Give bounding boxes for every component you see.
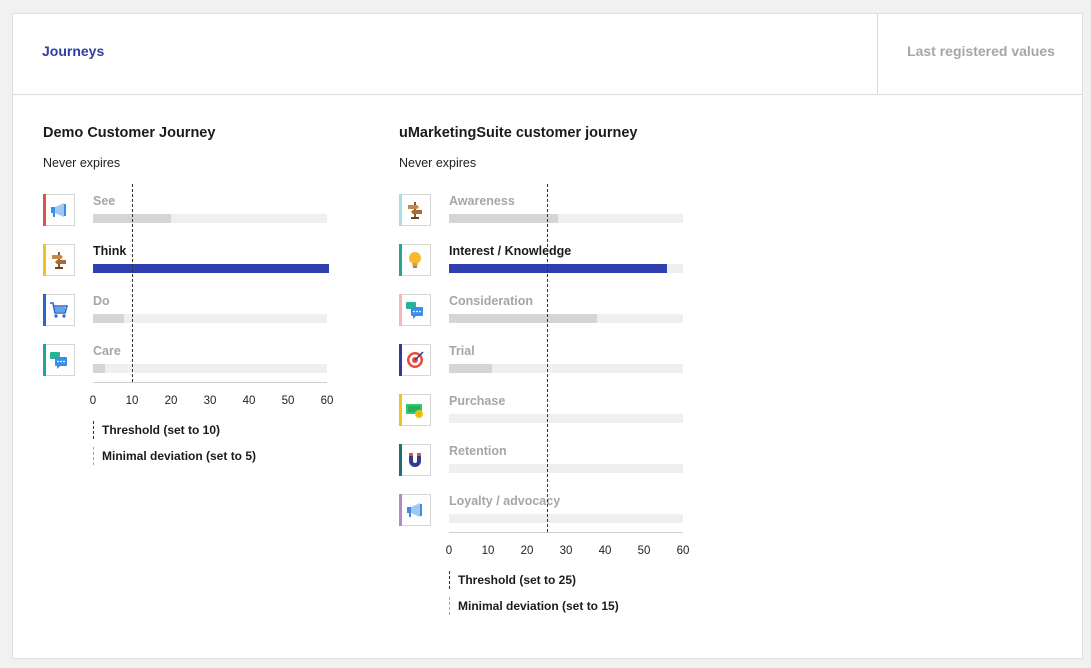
stage-label: Loyalty / advocacy — [449, 494, 561, 508]
stage-retention[interactable]: Retention — [399, 444, 699, 480]
x-tick-label: 0 — [445, 545, 453, 557]
magnet-icon — [399, 444, 431, 476]
stage-bar-track — [93, 214, 327, 223]
stage-purchase[interactable]: Purchase — [399, 394, 699, 430]
stage-label: Think — [93, 244, 127, 258]
legend-deviation-text: Minimal deviation (set to 5) — [102, 449, 257, 463]
deviation-legend-mark — [93, 447, 94, 465]
x-tick-label: 20 — [520, 545, 534, 557]
stage-bar-fill — [449, 314, 598, 323]
x-tick-label: 60 — [676, 545, 690, 557]
stage-consideration[interactable]: Consideration — [399, 294, 699, 330]
stage-label: Awareness — [449, 194, 515, 208]
x-tick-label: 10 — [125, 395, 139, 407]
stage-bar-fill — [93, 264, 329, 273]
tab-last-registered-values[interactable]: Last registered values — [878, 43, 1084, 59]
stage-loyalty-advocacy[interactable]: Loyalty / advocacy — [399, 494, 699, 530]
legend-threshold-text: Threshold (set to 25) — [458, 573, 577, 587]
x-tick-label: 60 — [320, 395, 334, 407]
x-tick-label: 50 — [281, 395, 295, 407]
stage-bar-fill — [449, 214, 559, 223]
shopping-cart-icon — [43, 294, 75, 326]
stage-do[interactable]: Do — [43, 294, 343, 330]
stage-think[interactable]: Think — [43, 244, 343, 280]
stage-bar-track — [93, 314, 327, 323]
stage-bar-track — [449, 314, 683, 323]
stage-label: Care — [93, 344, 121, 358]
signpost-icon — [43, 244, 75, 276]
legend-deviation-text: Minimal deviation (set to 15) — [458, 599, 619, 613]
x-tick-label: 0 — [89, 395, 97, 407]
stage-see[interactable]: See — [43, 194, 343, 230]
x-tick-label: 40 — [242, 395, 256, 407]
stage-bar-fill — [93, 364, 105, 373]
x-tick-label: 30 — [559, 545, 573, 557]
stage-awareness[interactable]: Awareness — [399, 194, 699, 230]
legend-threshold: Threshold (set to 10) — [93, 421, 221, 439]
stage-trial[interactable]: Trial — [399, 344, 699, 380]
panel-header: Journeys Last registered values — [13, 14, 1082, 95]
x-tick-label: 10 — [481, 545, 495, 557]
stage-label: Retention — [449, 444, 507, 458]
stage-label: Do — [93, 294, 110, 308]
stage-bar-fill — [449, 364, 492, 373]
threshold-legend-mark — [449, 571, 450, 589]
stage-label: See — [93, 194, 116, 208]
stage-bar-track — [93, 264, 329, 273]
stage-label: Consideration — [449, 294, 534, 308]
stage-bar-track — [449, 464, 683, 473]
stage-bar-track — [449, 414, 683, 423]
stage-bar-fill — [93, 314, 125, 323]
stage-bar-track — [93, 364, 327, 373]
target-icon — [399, 344, 431, 376]
stage-bar-track — [449, 264, 683, 273]
legend-threshold-text: Threshold (set to 10) — [102, 423, 221, 437]
deviation-legend-mark — [449, 597, 450, 615]
lightbulb-icon — [399, 244, 431, 276]
x-tick-label: 40 — [598, 545, 612, 557]
journey-expiry: Never expires — [43, 156, 121, 170]
journey-title: Demo Customer Journey — [43, 125, 216, 141]
x-tick-label: 50 — [637, 545, 651, 557]
stage-bar-track — [449, 214, 683, 223]
journey-title: uMarketingSuite customer journey — [399, 125, 638, 141]
threshold-legend-mark — [93, 421, 94, 439]
tab-journeys[interactable]: Journeys — [42, 43, 104, 59]
megaphone-icon — [43, 194, 75, 226]
megaphone-icon — [399, 494, 431, 526]
journeys-panel: Journeys Last registered values Demo Cus… — [12, 13, 1083, 659]
stage-care[interactable]: Care — [43, 344, 343, 380]
x-tick-label: 20 — [164, 395, 178, 407]
x-axis-line — [93, 382, 327, 383]
journey-expiry: Never expires — [399, 156, 477, 170]
chat-bubbles-icon — [399, 294, 431, 326]
stage-label: Trial — [449, 344, 475, 358]
legend-deviation: Minimal deviation (set to 5) — [93, 447, 257, 465]
chat-bubbles-icon — [43, 344, 75, 376]
threshold-line — [546, 184, 548, 532]
legend-threshold: Threshold (set to 25) — [449, 571, 577, 589]
x-axis-line — [449, 532, 683, 533]
stage-label: Interest / Knowledge — [449, 244, 572, 258]
stage-bar-track — [449, 514, 683, 523]
threshold-line — [132, 184, 133, 382]
stage-interest-knowledge[interactable]: Interest / Knowledge — [399, 244, 699, 280]
stage-bar-fill — [449, 264, 668, 273]
stage-label: Purchase — [449, 394, 506, 408]
money-icon — [399, 394, 431, 426]
legend-deviation: Minimal deviation (set to 15) — [449, 597, 619, 615]
x-tick-label: 30 — [203, 395, 217, 407]
stage-bar-track — [449, 364, 683, 373]
signpost-icon — [399, 194, 431, 226]
